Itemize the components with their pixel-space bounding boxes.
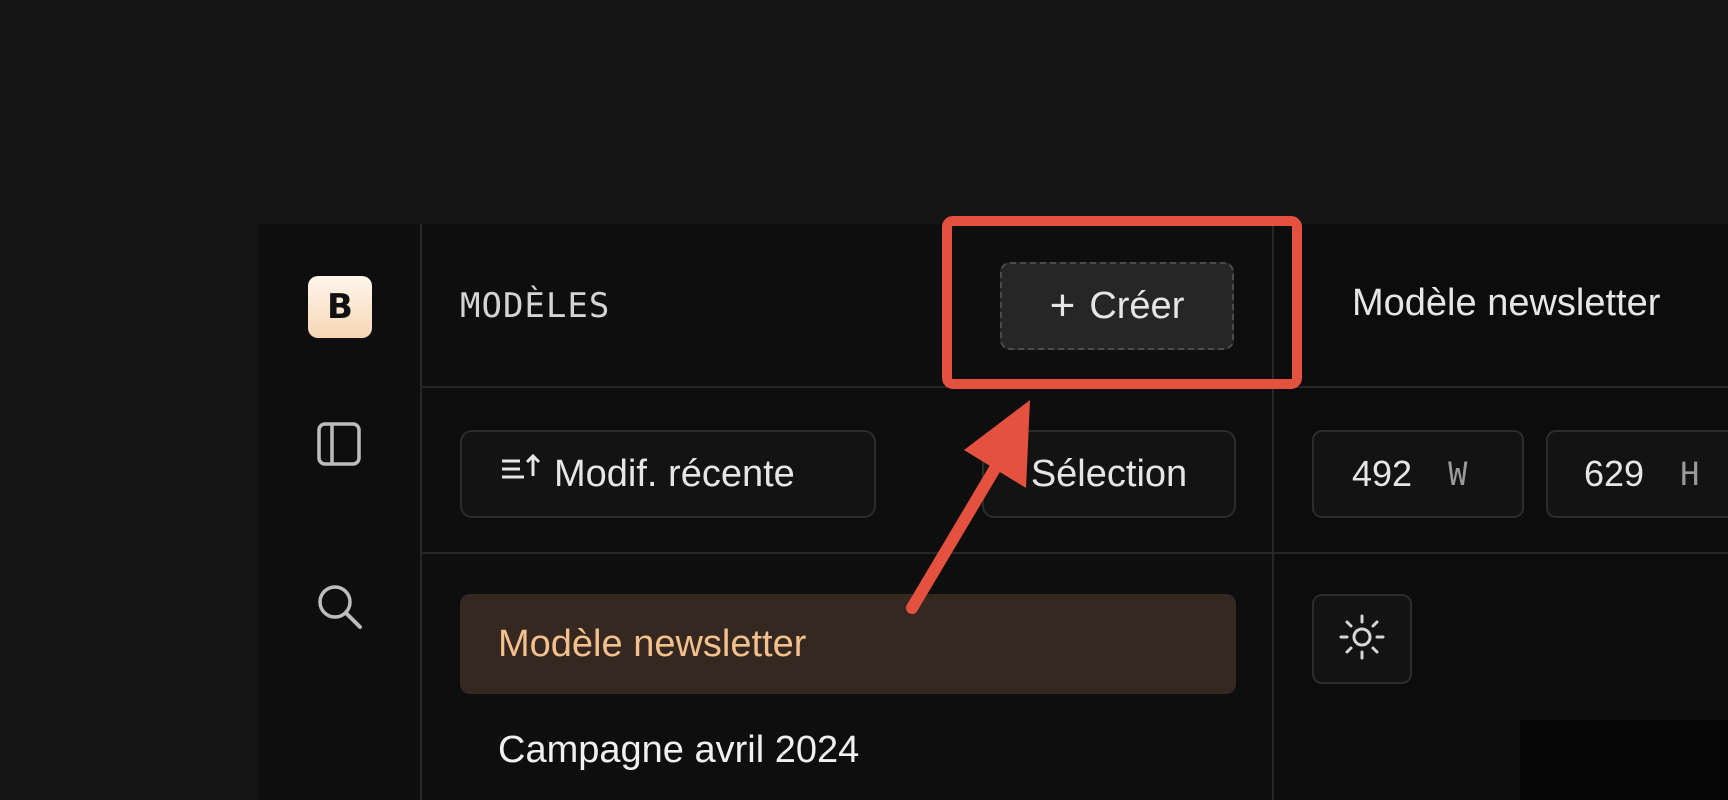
create-button-label: Créer (1089, 284, 1185, 327)
panel-title: MODÈLES (460, 286, 611, 326)
app-window: B MODÈLES + Créer Modif. récente Sélecti… (258, 224, 1728, 800)
sort-button-label: Modif. récente (554, 452, 795, 495)
height-value: 629 (1584, 453, 1645, 494)
selection-button[interactable]: Sélection (982, 430, 1236, 518)
templates-panel: MODÈLES + Créer Modif. récente Sélection… (422, 224, 1274, 800)
panel-toolbar: Modif. récente Sélection (422, 388, 1272, 554)
list-item-label: Campagne avril 2024 (498, 728, 860, 771)
search-icon[interactable] (311, 578, 367, 634)
sort-recent-button[interactable]: Modif. récente (460, 430, 876, 518)
width-unit: W (1448, 455, 1468, 493)
icon-rail: B (258, 224, 422, 800)
width-field[interactable]: 492 W (1312, 430, 1524, 518)
editor-toolbar: 492 W 629 H (1274, 388, 1728, 554)
create-button[interactable]: + Créer (1000, 262, 1234, 350)
editor-title: Modèle newsletter (1352, 282, 1661, 324)
theme-toggle-button[interactable] (1312, 594, 1412, 684)
sun-icon (1337, 612, 1387, 667)
plus-icon: + (1049, 281, 1076, 330)
template-list: Modèle newsletter Campagne avril 2024 (422, 554, 1272, 800)
app-logo[interactable]: B (308, 276, 372, 338)
height-unit: H (1680, 455, 1700, 493)
sort-ascending-icon (500, 452, 542, 496)
width-value: 492 (1352, 453, 1413, 494)
selection-button-label: Sélection (1030, 452, 1188, 495)
panel-header: MODÈLES + Créer (422, 224, 1272, 388)
editor-area: Modèle newsletter 492 W 629 H (1274, 224, 1728, 800)
list-item-active[interactable]: Modèle newsletter (460, 594, 1236, 694)
height-field[interactable]: 629 H (1546, 430, 1728, 518)
list-item[interactable]: Campagne avril 2024 (460, 700, 1236, 800)
list-item-label: Modèle newsletter (498, 622, 807, 665)
editor-header: Modèle newsletter (1274, 224, 1728, 388)
canvas-preview (1520, 720, 1728, 800)
logo-letter: B (327, 287, 353, 327)
sidebar-panel-icon[interactable] (311, 416, 367, 472)
